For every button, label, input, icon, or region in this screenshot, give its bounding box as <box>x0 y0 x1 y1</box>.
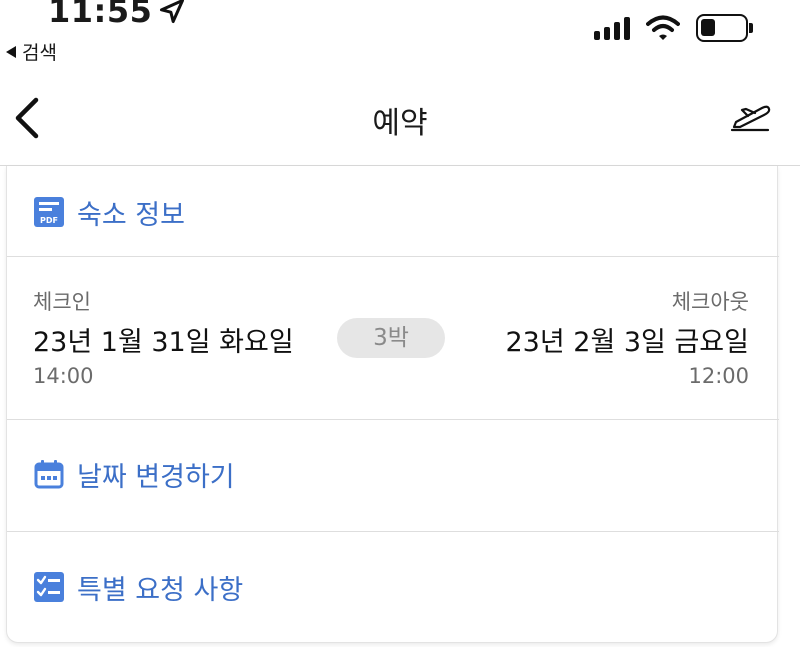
flight-button[interactable] <box>728 100 772 136</box>
change-dates-link[interactable]: 날짜 변경하기 <box>7 442 779 506</box>
status-bar: 11:55 검색 <box>0 0 800 70</box>
property-info-label: 숙소 정보 <box>77 199 185 231</box>
change-dates-label: 날짜 변경하기 <box>77 461 235 493</box>
reservation-card: PDF 숙소 정보 체크인 23년 1월 31일 화요일 14:00 3박 체크… <box>6 166 779 643</box>
status-time-group: 11:55 <box>48 0 186 30</box>
pdf-document-icon: PDF <box>34 197 64 227</box>
calendar-icon <box>34 460 64 489</box>
checkout-time: 12:00 <box>688 364 749 388</box>
plane-icon <box>730 105 771 132</box>
back-to-app-link[interactable]: 검색 <box>6 38 57 65</box>
nights-badge: 3박 <box>337 318 445 358</box>
divider <box>7 256 779 257</box>
back-app-label: 검색 <box>22 42 57 64</box>
divider <box>7 531 779 532</box>
checkin-date: 23년 1월 31일 화요일 <box>33 327 294 358</box>
cellular-signal-icon <box>594 16 630 40</box>
back-triangle-icon <box>6 45 16 58</box>
page-title: 예약 <box>372 106 428 141</box>
wifi-icon <box>646 15 680 40</box>
divider <box>7 419 779 420</box>
svg-text:PDF: PDF <box>40 216 58 225</box>
checkout-date: 23년 2월 3일 금요일 <box>505 327 749 358</box>
checkin-label: 체크인 <box>33 290 91 314</box>
checklist-icon <box>34 572 64 602</box>
checkout-label: 체크아웃 <box>671 290 749 314</box>
checkin-time: 14:00 <box>33 364 94 388</box>
navigation-bar: 예약 <box>0 70 800 166</box>
special-requests-link[interactable]: 특별 요청 사항 <box>7 555 779 619</box>
status-time: 11:55 <box>48 0 153 30</box>
status-indicators <box>594 14 753 42</box>
battery-icon <box>696 14 753 42</box>
location-arrow-icon <box>160 0 185 24</box>
special-requests-label: 특별 요청 사항 <box>77 574 244 606</box>
property-info-link[interactable]: PDF 숙소 정보 <box>7 180 779 244</box>
